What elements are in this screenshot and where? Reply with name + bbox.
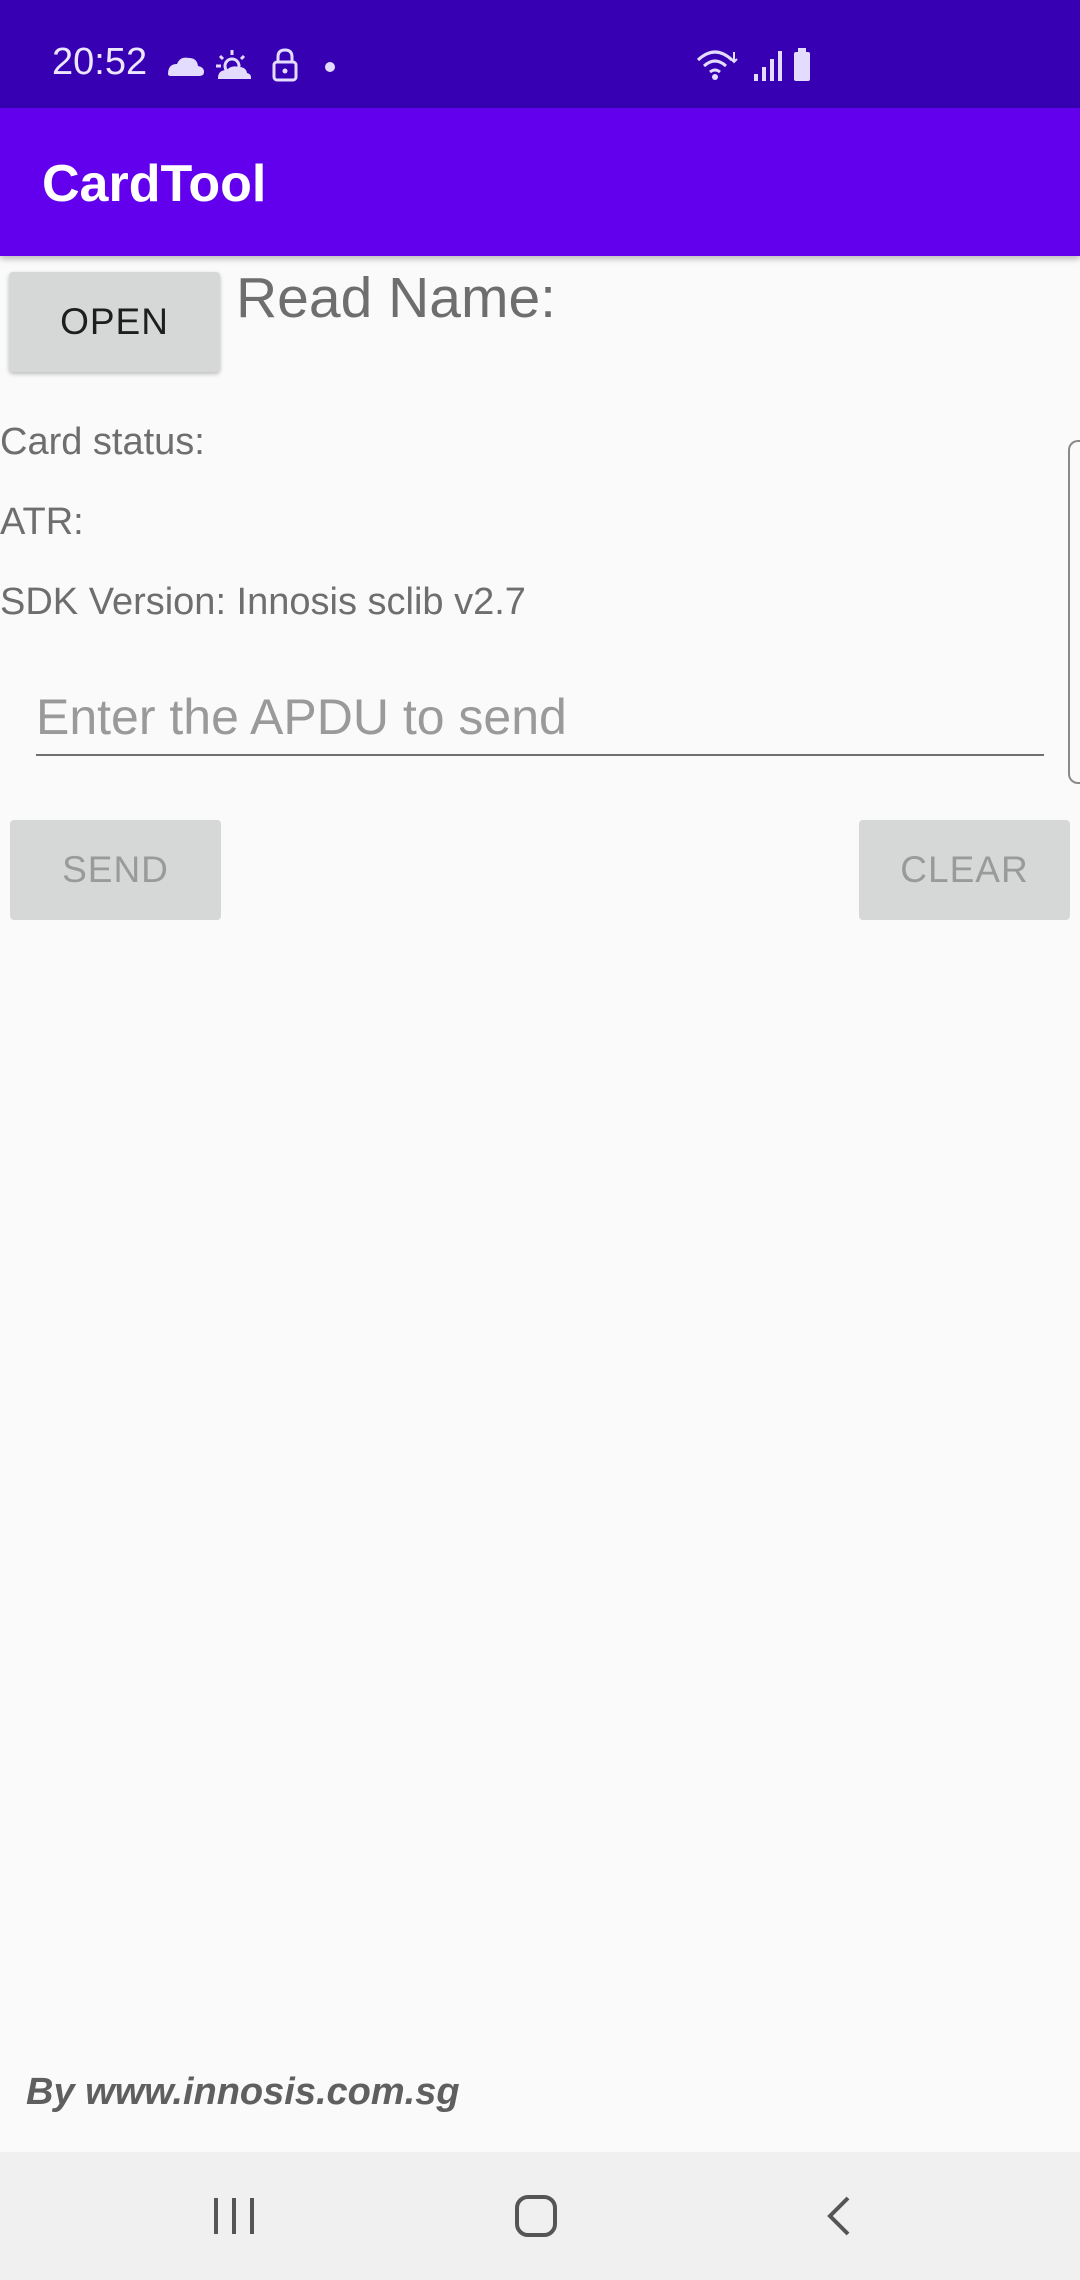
footer-credit: By www.innosis.com.sg: [26, 2071, 460, 2113]
nav-bar: [0, 2152, 1080, 2280]
status-bar: 20:52: [0, 0, 1080, 108]
scroll-edge: [1068, 440, 1080, 784]
atr-label: ATR:: [0, 501, 84, 543]
apdu-input[interactable]: [36, 680, 1044, 756]
notification-dot-icon: [325, 62, 335, 72]
back-button[interactable]: [768, 2152, 908, 2280]
screen: 20:52 CardTool OPEN Read Name: Card stat…: [0, 0, 1080, 2280]
read-name-label: Read Name:: [236, 266, 556, 330]
app-bar: CardTool: [0, 108, 1080, 256]
back-icon: [827, 2196, 850, 2236]
status-icons-left: [162, 46, 362, 86]
recents-icon: [214, 2198, 254, 2234]
card-status-label: Card status:: [0, 421, 205, 463]
recents-button[interactable]: [164, 2152, 304, 2280]
cloud-icon: [168, 57, 204, 76]
sun-cloud-icon: [216, 50, 251, 79]
home-button[interactable]: [466, 2152, 606, 2280]
home-icon: [515, 2195, 557, 2237]
app-title: CardTool: [42, 155, 267, 213]
wifi-icon: [696, 50, 738, 80]
open-button[interactable]: OPEN: [9, 272, 220, 372]
status-icons-right: [696, 46, 826, 86]
send-button[interactable]: SEND: [10, 820, 221, 920]
lock-icon: [272, 48, 298, 82]
clear-button[interactable]: CLEAR: [859, 820, 1070, 920]
signal-icon: [754, 51, 782, 81]
battery-icon: [794, 48, 810, 81]
sdk-version-label: SDK Version: Innosis sclib v2.7: [0, 581, 526, 623]
status-time: 20:52: [52, 41, 148, 83]
